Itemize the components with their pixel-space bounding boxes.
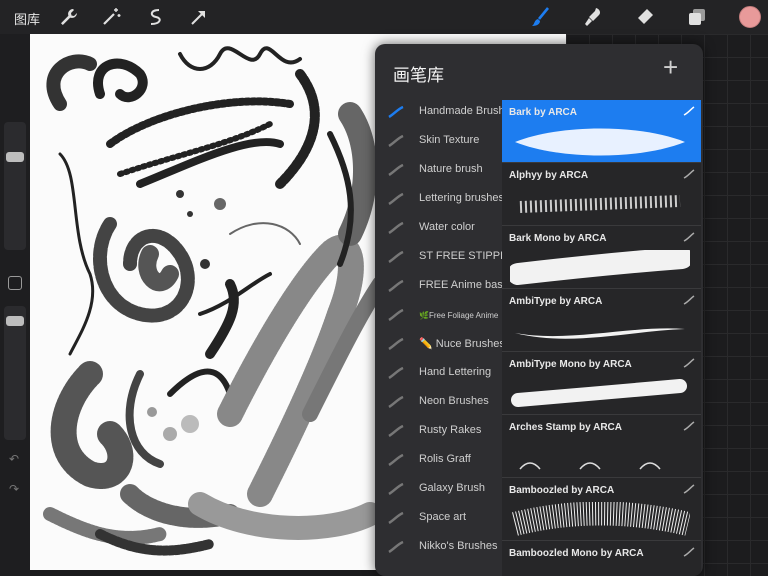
smudge-icon[interactable] xyxy=(582,6,604,28)
brush-preview xyxy=(511,379,687,407)
brush-item[interactable]: Bamboozled Mono by ARCA xyxy=(502,541,701,576)
brush-stroke-icon xyxy=(388,251,404,263)
brush-stroke-icon xyxy=(388,425,404,437)
brush-preview xyxy=(515,328,685,339)
brush-stroke-icon xyxy=(388,367,404,379)
brush-item[interactable]: Arches Stamp by ARCA xyxy=(502,415,701,478)
brush-stroke-icon xyxy=(388,280,404,292)
brush-set-item[interactable]: Galaxy Brush xyxy=(375,475,501,504)
brush-item[interactable]: Bamboozled by ARCA xyxy=(502,478,701,541)
brush-stroke-icon xyxy=(388,396,404,408)
brush-preview xyxy=(515,128,685,156)
brush-stroke-icon xyxy=(388,541,404,553)
brush-stroke-icon xyxy=(683,232,695,242)
brush-stroke-icon xyxy=(388,193,404,205)
brush-set-item[interactable]: Lettering brushes xyxy=(375,185,504,214)
brush-preview xyxy=(519,195,681,213)
gallery-button[interactable]: 图库 xyxy=(14,9,40,28)
brush-library-panel: 画笔库 + Handmade Brush Skin Texture Nature… xyxy=(375,44,703,576)
brush-set-item[interactable]: Space art xyxy=(375,504,501,533)
brush-size-knob[interactable] xyxy=(6,152,24,162)
brush-set-item[interactable]: Nikko's Brushes xyxy=(375,533,501,562)
brush-preview xyxy=(510,250,690,285)
brush-set-item[interactable]: 🌿Free Foliage Anime xyxy=(375,301,501,330)
undo-icon[interactable]: ↶ xyxy=(9,452,19,466)
opacity-slider[interactable] xyxy=(4,306,26,440)
brush-stroke-icon xyxy=(683,421,695,431)
brush-stroke-icon xyxy=(388,483,404,495)
brush-stroke-icon xyxy=(388,135,404,147)
brush-set-item[interactable]: Water color xyxy=(375,214,501,243)
brush-item[interactable]: Bark Mono by ARCA xyxy=(502,226,701,289)
brush-set-item[interactable]: Neon Brushes xyxy=(375,388,501,417)
brush-stroke-icon xyxy=(388,512,404,524)
brush-set-item[interactable]: Nature brush xyxy=(375,156,501,185)
opacity-knob[interactable] xyxy=(6,316,24,326)
brush-preview xyxy=(512,502,690,536)
add-brush-set-button[interactable]: + xyxy=(663,54,678,80)
layers-icon[interactable] xyxy=(686,6,708,28)
eraser-icon[interactable] xyxy=(634,6,656,28)
brush-stroke-icon xyxy=(683,295,695,305)
transform-icon[interactable] xyxy=(188,6,210,28)
brush-set-item[interactable]: ✏️ Nuce Brushes xyxy=(375,330,505,359)
brush-item[interactable]: AmbiType by ARCA xyxy=(502,289,701,352)
panel-title: 画笔库 xyxy=(393,66,444,85)
brush-icon[interactable] xyxy=(530,6,552,28)
brush-set-item[interactable]: Skin Texture xyxy=(375,127,501,156)
left-sidebar: ↶ ↷ xyxy=(0,34,30,576)
brush-size-slider[interactable] xyxy=(4,122,26,250)
brush-stroke-icon xyxy=(683,358,695,368)
brush-stroke-icon xyxy=(683,484,695,494)
wrench-icon[interactable] xyxy=(58,6,80,28)
brush-stroke-icon xyxy=(388,222,404,234)
brush-stroke-icon xyxy=(388,338,404,350)
modify-button[interactable] xyxy=(8,276,22,290)
redo-icon[interactable]: ↷ xyxy=(9,482,19,496)
brush-stroke-icon xyxy=(683,106,695,116)
brush-stroke-icon xyxy=(388,164,404,176)
brush-stroke-icon xyxy=(683,547,695,557)
brush-stroke-icon xyxy=(388,454,404,466)
brush-item[interactable]: AmbiType Mono by ARCA xyxy=(502,352,701,415)
brush-set-item[interactable]: Rusty Rakes xyxy=(375,417,501,446)
brush-set-item[interactable]: Handmade Brush xyxy=(375,98,505,127)
brush-set-item[interactable]: FREE Anime basic xyxy=(375,272,505,301)
color-picker-button[interactable] xyxy=(739,6,761,28)
brush-stroke-icon xyxy=(388,106,404,118)
magic-wand-icon[interactable] xyxy=(100,6,122,28)
brush-stroke-icon xyxy=(388,309,404,321)
brush-set-item[interactable]: ST FREE STIPPLE xyxy=(375,243,505,272)
top-toolbar: 图库 xyxy=(0,0,768,34)
selection-icon[interactable] xyxy=(144,6,166,28)
brush-set-item[interactable]: Rolis Graff xyxy=(375,446,501,475)
brush-item[interactable]: Alphyy by ARCA xyxy=(502,163,701,226)
brush-preview xyxy=(519,462,661,470)
brush-list: Bark by ARCA Alphyy by ARCA Bark Mono by… xyxy=(502,100,702,576)
brush-set-item[interactable]: Hand Lettering xyxy=(375,359,501,388)
brush-item[interactable]: Bark by ARCA xyxy=(502,100,701,163)
brush-stroke-icon xyxy=(683,169,695,179)
